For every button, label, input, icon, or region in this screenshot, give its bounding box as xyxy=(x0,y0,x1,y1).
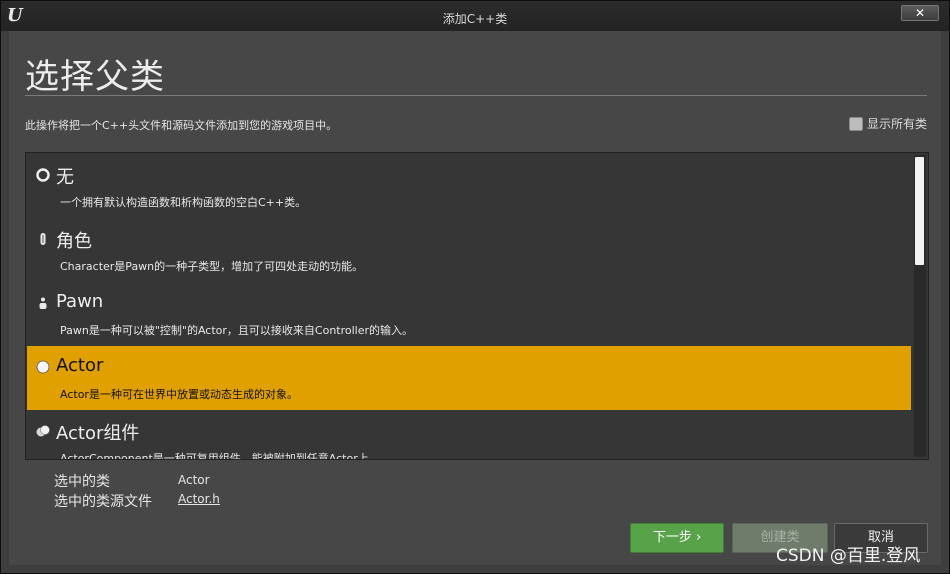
class-item-actor-component[interactable]: Actor组件 ActorComponent是一种可复用组件，能被附加到任意Ac… xyxy=(27,410,911,460)
class-description: ActorComponent是一种可复用组件，能被附加到任意Actor上 xyxy=(60,452,369,460)
title-bar[interactable]: U 添加C++类 ✕ xyxy=(1,1,949,31)
actor-component-icon xyxy=(36,425,50,437)
page-description: 此操作将把一个C++头文件和源码文件添加到您的游戏项目中。 xyxy=(25,119,338,132)
page-title: 选择父类 xyxy=(25,57,165,97)
selected-class-value: Actor xyxy=(178,473,210,487)
class-description: Actor是一种可在世界中放置或动态生成的对象。 xyxy=(60,388,298,401)
show-all-checkbox[interactable] xyxy=(848,116,863,131)
class-name: Actor组件 xyxy=(56,423,140,444)
show-all-classes-toggle[interactable]: 显示所有类 xyxy=(848,115,927,132)
next-button[interactable]: 下一步 › xyxy=(630,523,724,553)
class-name: Pawn xyxy=(56,291,104,312)
selected-source-label: 选中的类源文件 xyxy=(54,494,152,510)
show-all-label: 显示所有类 xyxy=(866,117,927,131)
class-description: Character是Pawn的一种子类型，增加了可四处走动的功能。 xyxy=(60,260,364,273)
selected-source-link[interactable]: Actor.h xyxy=(178,492,220,506)
add-cpp-class-dialog: U 添加C++类 ✕ 选择父类 此操作将把一个C++头文件和源码文件添加到您的游… xyxy=(0,0,950,574)
selected-class-label: 选中的类 xyxy=(54,474,110,490)
class-item-character[interactable]: 角色 Character是Pawn的一种子类型，增加了可四处走动的功能。 xyxy=(27,218,911,282)
class-name: Actor xyxy=(56,355,104,376)
empty-circle-icon xyxy=(36,168,50,182)
class-item-pawn[interactable]: Pawn Pawn是一种可以被"控制"的Actor，且可以接收来自Control… xyxy=(27,282,911,346)
class-description: 一个拥有默认构造函数和析构函数的空白C++类。 xyxy=(60,196,307,209)
class-list[interactable]: 无 一个拥有默认构造函数和析构函数的空白C++类。 角色 Character是P… xyxy=(25,152,929,460)
divider xyxy=(25,95,927,96)
window-title: 添加C++类 xyxy=(442,12,508,26)
close-button[interactable]: ✕ xyxy=(901,5,939,21)
class-list-scrollbar[interactable] xyxy=(914,155,926,457)
actor-sphere-icon xyxy=(36,360,50,374)
class-item-actor[interactable]: Actor Actor是一种可在世界中放置或动态生成的对象。 xyxy=(27,346,911,410)
class-item-none[interactable]: 无 一个拥有默认构造函数和析构函数的空白C++类。 xyxy=(27,154,911,218)
scrollbar-thumb[interactable] xyxy=(915,157,924,265)
dialog-content: 选择父类 此操作将把一个C++头文件和源码文件添加到您的游戏项目中。 显示所有类… xyxy=(9,31,941,565)
character-icon xyxy=(40,233,46,245)
class-name: 无 xyxy=(56,167,74,188)
class-description: Pawn是一种可以被"控制"的Actor，且可以接收来自Controller的输… xyxy=(60,324,414,337)
pawn-icon xyxy=(39,297,47,309)
watermark: CSDN @百里.登风 xyxy=(776,546,921,566)
class-name: 角色 xyxy=(56,231,92,252)
